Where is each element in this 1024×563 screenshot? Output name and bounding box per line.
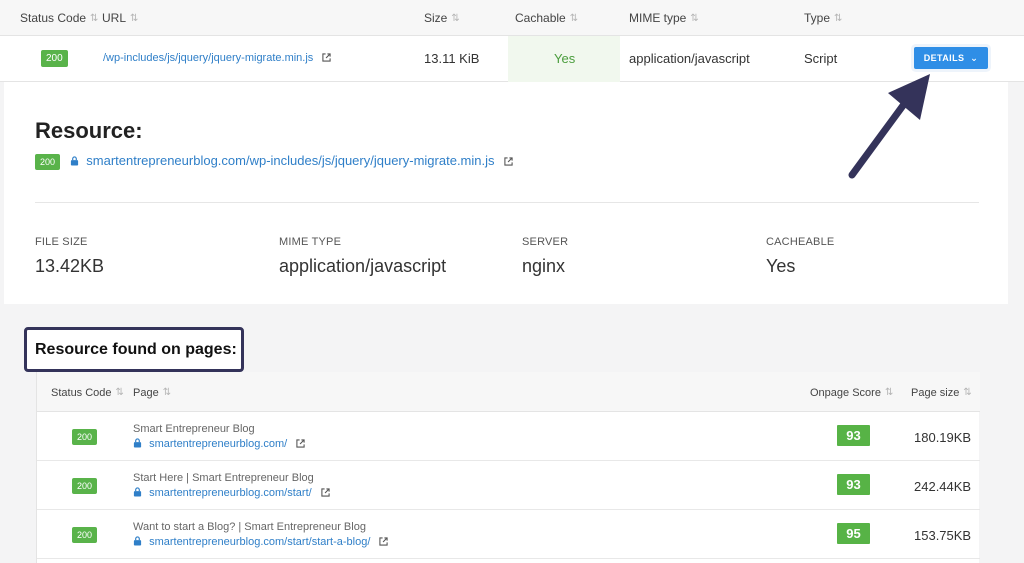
cachable-cell: Yes <box>508 36 620 82</box>
col-onpage-score[interactable]: Onpage Score ⇅ <box>810 387 893 399</box>
external-link-icon[interactable] <box>296 439 305 448</box>
page-url-link[interactable]: smartentrepreneurblog.com/start/ <box>149 487 312 499</box>
lock-icon <box>133 487 142 497</box>
page-url-link[interactable]: smartentrepreneurblog.com/start/start-a-… <box>149 536 370 548</box>
divider <box>35 202 979 203</box>
col-page[interactable]: Page ⇅ <box>133 387 171 399</box>
resource-url-link[interactable]: smartentrepreneurblog.com/wp-includes/js… <box>86 153 494 168</box>
page-url-link[interactable]: smartentrepreneurblog.com/ <box>149 438 287 450</box>
stat-server: SERVER nginx <box>522 236 569 276</box>
page-size: 153.75KB <box>914 528 972 543</box>
col-status-code[interactable]: Status Code ⇅ <box>20 11 98 25</box>
resource-url-link[interactable]: /wp-includes/js/jquery/jquery-migrate.mi… <box>103 52 313 64</box>
sort-icon[interactable]: ⇅ <box>570 13 578 24</box>
resource-size: 13.11 KiB <box>424 51 480 66</box>
onpage-score: 93 <box>837 474 870 495</box>
annotation-arrow-icon <box>848 74 930 179</box>
cachable-value: Yes <box>554 51 576 66</box>
external-link-icon[interactable] <box>322 53 331 62</box>
onpage-score: 93 <box>837 425 870 446</box>
pages-table-header: Status Code ⇅ Page ⇅ Onpage Score ⇅ Page si… <box>37 372 980 412</box>
col-size[interactable]: Size ⇅ <box>424 11 460 25</box>
col-type[interactable]: Type ⇅ <box>804 11 842 25</box>
sort-icon[interactable]: ⇅ <box>451 13 459 24</box>
lock-icon <box>70 156 78 166</box>
resource-mime: application/javascript <box>629 51 750 66</box>
page-title: Smart Entrepreneur Blog <box>133 423 255 435</box>
stat-mime-type: MIME TYPE application/javascript <box>279 236 447 276</box>
col-page-size[interactable]: Page size ⇅ <box>911 387 972 399</box>
status-badge: 200 <box>41 50 68 67</box>
col-status-code[interactable]: Status Code ⇅ <box>51 387 124 399</box>
status-badge: 200 <box>72 429 98 445</box>
sort-icon[interactable]: ⇅ <box>834 13 842 24</box>
table-row: 200 Start Here | Smart Entrepreneur Blog… <box>37 461 980 510</box>
sort-icon[interactable]: ⇅ <box>130 13 138 24</box>
status-badge: 200 <box>72 527 98 543</box>
page-title: Want to start a Blog? | Smart Entreprene… <box>133 521 366 533</box>
lock-icon <box>133 438 142 448</box>
page-size: 242.44KB <box>914 479 972 494</box>
table-row: 200 Want to start a Blog? | Smart Entrep… <box>37 510 980 559</box>
status-badge: 200 <box>72 478 98 494</box>
resource-url-cell[interactable]: /wp-includes/js/jquery/jquery-migrate.mi… <box>103 52 331 64</box>
page-url: smartentrepreneurblog.com/ <box>133 438 305 450</box>
external-link-icon[interactable] <box>321 488 330 497</box>
status-badge: 200 <box>35 154 61 170</box>
chevron-down-icon: ⌄ <box>970 53 979 63</box>
page-title: Start Here | Smart Entrepreneur Blog <box>133 472 314 484</box>
page-size: 180.19KB <box>914 430 972 445</box>
sort-icon[interactable]: ⇅ <box>690 13 698 24</box>
resource-full-url: 200 smartentrepreneurblog.com/wp-include… <box>35 153 513 170</box>
external-link-icon[interactable] <box>379 537 389 546</box>
page-url: smartentrepreneurblog.com/start/ <box>133 487 330 499</box>
pages-table: Status Code ⇅ Page ⇅ Onpage Score ⇅ Page si… <box>36 372 980 563</box>
details-button[interactable]: DETAILS ⌄ <box>914 47 988 69</box>
found-on-pages-heading: Resource found on pages: <box>24 327 244 372</box>
sort-icon[interactable]: ⇅ <box>163 387 171 398</box>
page-url: smartentrepreneurblog.com/start/start-a-… <box>133 536 389 548</box>
table-row: 200 Smart Entrepreneur Blog smartentrepr… <box>37 412 980 461</box>
sort-icon[interactable]: ⇅ <box>116 387 124 398</box>
sort-icon[interactable]: ⇅ <box>90 13 98 24</box>
lock-icon <box>133 536 142 546</box>
external-link-icon[interactable] <box>504 157 513 166</box>
col-url[interactable]: URL ⇅ <box>102 11 138 25</box>
resource-title: Resource: <box>35 118 143 143</box>
col-mime-type[interactable]: MIME type ⇅ <box>629 11 699 25</box>
onpage-score: 95 <box>837 523 870 544</box>
stat-file-size: FILE SIZE 13.42KB <box>35 236 105 276</box>
stat-cacheable: CACHEABLE Yes <box>766 236 835 276</box>
col-cachable[interactable]: Cachable ⇅ <box>515 11 578 25</box>
resource-type: Script <box>804 51 838 66</box>
sort-icon[interactable]: ⇅ <box>963 387 971 398</box>
resources-table-header: Status Code ⇅ URL ⇅ Size ⇅ Cachable ⇅ MIME t… <box>0 0 1024 36</box>
sort-icon[interactable]: ⇅ <box>885 387 893 398</box>
